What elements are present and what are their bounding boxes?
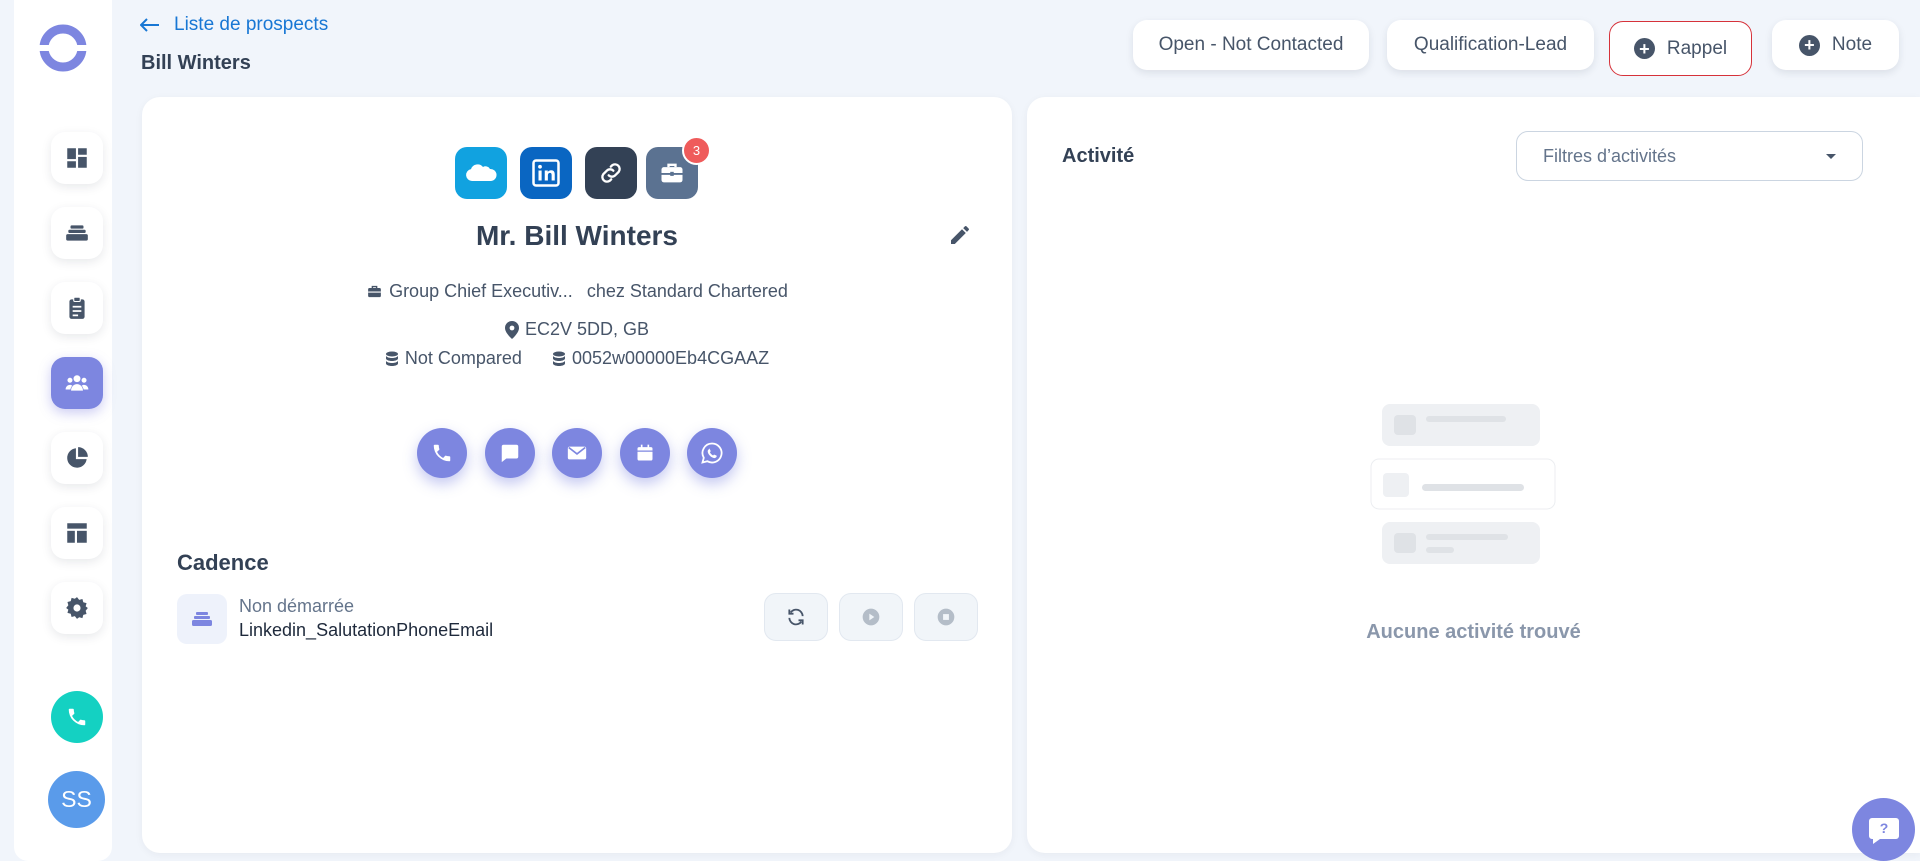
help-chat-button[interactable]: ?	[1852, 798, 1915, 861]
cadence-icon-box	[177, 594, 227, 644]
clipboard-icon	[69, 296, 85, 319]
company-name: chez Standard Chartered	[586, 281, 788, 301]
call-button[interactable]	[417, 428, 467, 478]
contact-name: Mr. Bill Winters	[475, 220, 678, 251]
linkedin-link[interactable]	[520, 147, 572, 199]
cadence-change-button[interactable]	[764, 593, 828, 641]
play-icon	[862, 608, 880, 626]
cadence-start-button[interactable]	[839, 593, 903, 641]
sidebar-item-cadences[interactable]	[51, 207, 103, 259]
location: EC2V 5DD, GB	[524, 319, 650, 339]
rappel-button[interactable]: + Rappel	[1609, 21, 1752, 76]
dashboard-icon	[67, 148, 87, 168]
opportunities-count-badge: 3	[682, 136, 711, 165]
layout-icon	[67, 523, 87, 543]
pie-chart-icon	[67, 447, 88, 468]
empty-state-message: Aucune activité trouvé	[1366, 621, 1581, 643]
message-icon	[501, 444, 519, 463]
layers-icon	[66, 225, 88, 241]
users-icon	[65, 375, 89, 391]
whatsapp-button[interactable]	[687, 428, 737, 478]
edit-icon[interactable]	[948, 223, 972, 247]
cadence-status: Non démarrée	[239, 596, 355, 616]
back-link-label: Liste de prospects	[174, 14, 329, 35]
activity-panel: Activité Filtres d’activités Aucune acti…	[1027, 97, 1920, 853]
cadence-stop-button[interactable]	[914, 593, 978, 641]
cadence-name: Linkedin_SalutationPhoneEmail	[239, 620, 494, 640]
chevron-down-icon	[1826, 153, 1836, 159]
empty-state-illustration	[1370, 404, 1556, 564]
layers-icon	[192, 612, 212, 626]
phone-icon	[68, 708, 86, 726]
stage-button-label: Qualification-Lead	[1413, 34, 1568, 55]
activity-title: Activité	[1062, 145, 1135, 167]
contact-card: 3 Mr. Bill Winters Group Chief Executiv.…	[142, 97, 1012, 853]
database-icon	[552, 351, 565, 366]
website-link[interactable]	[585, 147, 637, 199]
sidebar: SS	[14, 0, 112, 861]
back-to-prospects-link[interactable]: Liste de prospects	[140, 14, 328, 36]
activity-filter-placeholder: Filtres d’activités	[1543, 145, 1677, 166]
app-logo[interactable]	[36, 21, 90, 75]
dialer-button[interactable]	[51, 691, 103, 743]
status-button-label: Open - Not Contacted	[1158, 34, 1344, 55]
linkedin-icon	[532, 159, 560, 187]
rappel-button-label: Rappel	[1666, 37, 1728, 59]
sms-button[interactable]	[485, 428, 535, 478]
arrow-left-icon	[140, 18, 159, 32]
svg-text:?: ?	[1879, 820, 1888, 836]
sidebar-item-templates[interactable]	[51, 507, 103, 559]
whatsapp-icon	[701, 442, 723, 464]
sidebar-item-settings[interactable]	[51, 582, 103, 634]
job-title: Group Chief Executiv...	[389, 281, 573, 301]
refresh-icon	[788, 608, 804, 626]
gear-icon	[66, 597, 88, 619]
plus-circle-icon: +	[1798, 34, 1820, 56]
record-id: 0052w00000Eb4CGAAZ	[571, 348, 770, 368]
stage-button[interactable]: Qualification-Lead	[1387, 20, 1594, 70]
sidebar-item-prospects[interactable]	[51, 357, 103, 409]
calendar-icon	[637, 444, 653, 461]
crm-line: Not Compared 0052w00000Eb4CGAAZ	[142, 348, 1012, 369]
sidebar-item-reports[interactable]	[51, 432, 103, 484]
cadence-title: Cadence	[177, 550, 269, 575]
email-button[interactable]	[552, 428, 602, 478]
avatar[interactable]: SS	[48, 771, 105, 828]
note-button[interactable]: + Note	[1772, 20, 1899, 70]
help-chat-icon: ?	[1868, 817, 1899, 844]
plus-circle-icon: +	[1633, 38, 1655, 59]
link-icon	[601, 163, 621, 183]
sidebar-item-tasks[interactable]	[51, 282, 103, 334]
page-title: Bill Winters	[141, 52, 251, 74]
schedule-button[interactable]	[620, 428, 670, 478]
compare-status: Not Compared	[404, 348, 522, 368]
stop-icon	[937, 608, 955, 626]
job-line: Group Chief Executiv... chez Standard Ch…	[142, 281, 1012, 302]
salesforce-icon	[466, 164, 497, 181]
database-icon	[385, 351, 398, 366]
phone-icon	[433, 444, 451, 462]
sidebar-item-dashboard[interactable]	[51, 132, 103, 184]
briefcase-icon	[368, 285, 381, 298]
status-button[interactable]: Open - Not Contacted	[1133, 20, 1369, 70]
map-pin-icon	[504, 320, 519, 339]
briefcase-icon	[661, 163, 683, 183]
salesforce-link[interactable]	[455, 147, 507, 199]
note-button-label: Note	[1831, 34, 1873, 55]
location-line: EC2V 5DD, GB	[142, 319, 1012, 340]
mail-icon	[567, 446, 587, 460]
activity-filter-select[interactable]: Filtres d’activités	[1516, 131, 1863, 181]
